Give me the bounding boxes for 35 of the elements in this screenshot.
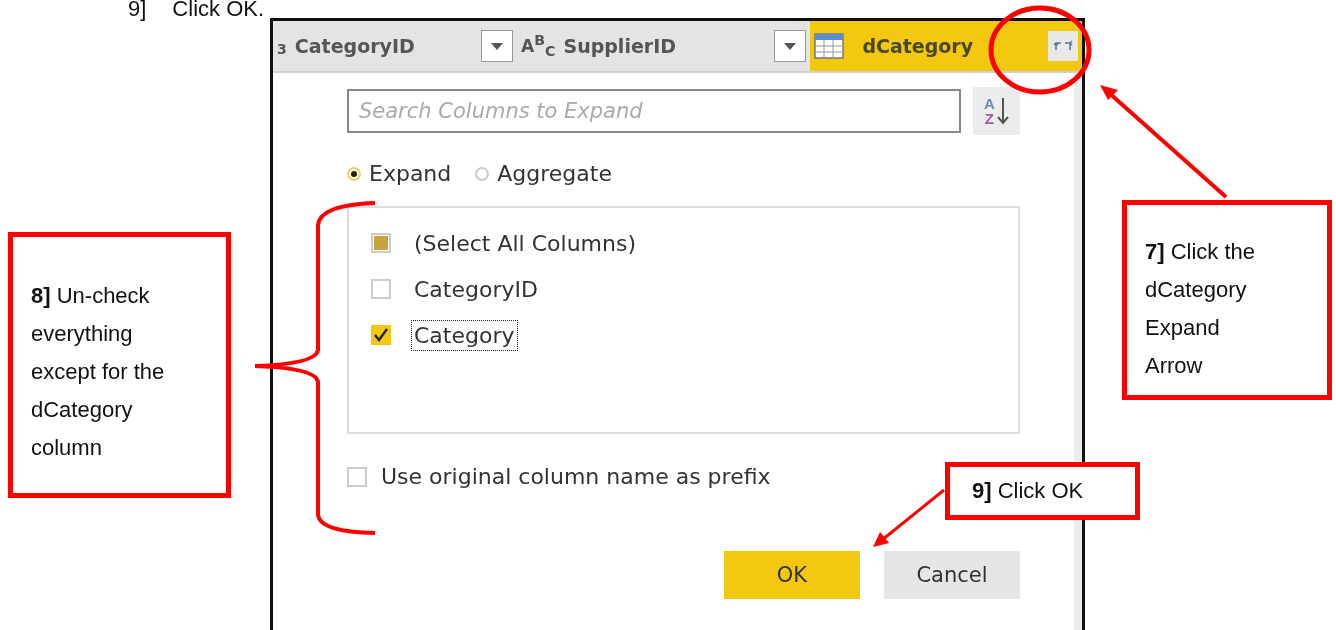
cancel-button[interactable]: Cancel [884,551,1020,599]
column-name: CategoryID [294,35,415,57]
radio-option[interactable]: Expand [347,161,452,186]
table-icon [814,33,845,59]
column-option[interactable]: Category [411,319,518,351]
radio-option[interactable]: Aggregate [475,161,612,186]
instruction-text: Click OK. [172,0,265,22]
checkbox[interactable] [371,279,391,299]
checkbox[interactable] [347,466,367,487]
column-name: SupplierID [563,35,676,57]
expand-button[interactable] [1048,31,1078,61]
caret-icon [491,42,504,50]
caret-icon [784,42,797,50]
column-header[interactable]: $_{3}$ CategoryID [273,21,518,71]
column-header[interactable]: dCategory [810,21,1082,71]
step-number: 9] [128,0,147,22]
ok-button[interactable]: OK [724,551,860,599]
type-icon: 3 [277,34,287,58]
column-option[interactable]: CategoryID [411,273,541,305]
expand-icon [1053,40,1073,52]
dropdown-button[interactable] [481,30,514,62]
sort-button[interactable]: A Z [972,87,1020,135]
search-field[interactable]: Search Columns to Expand [347,89,961,133]
callout-text: 7] Click the dCategory Expand Arrow [1145,239,1256,378]
dropdown-button[interactable] [774,30,807,62]
checkbox[interactable] [371,325,391,345]
column-option[interactable]: (Select All Columns) [411,227,639,259]
column-header[interactable]: A$^{B}$$_{C}$ SupplierID [517,21,811,71]
down-arrow-icon [996,96,1009,126]
checkbox-label[interactable]: Use original column name as prefix [381,464,771,489]
callout-text: 9] Click OK [972,478,1084,503]
column-name: dCategory [862,35,974,57]
radio-button[interactable] [475,166,490,181]
callout-text: 8] Un-check everything except for the dCategory column [31,283,165,460]
radio-button[interactable] [347,166,361,181]
